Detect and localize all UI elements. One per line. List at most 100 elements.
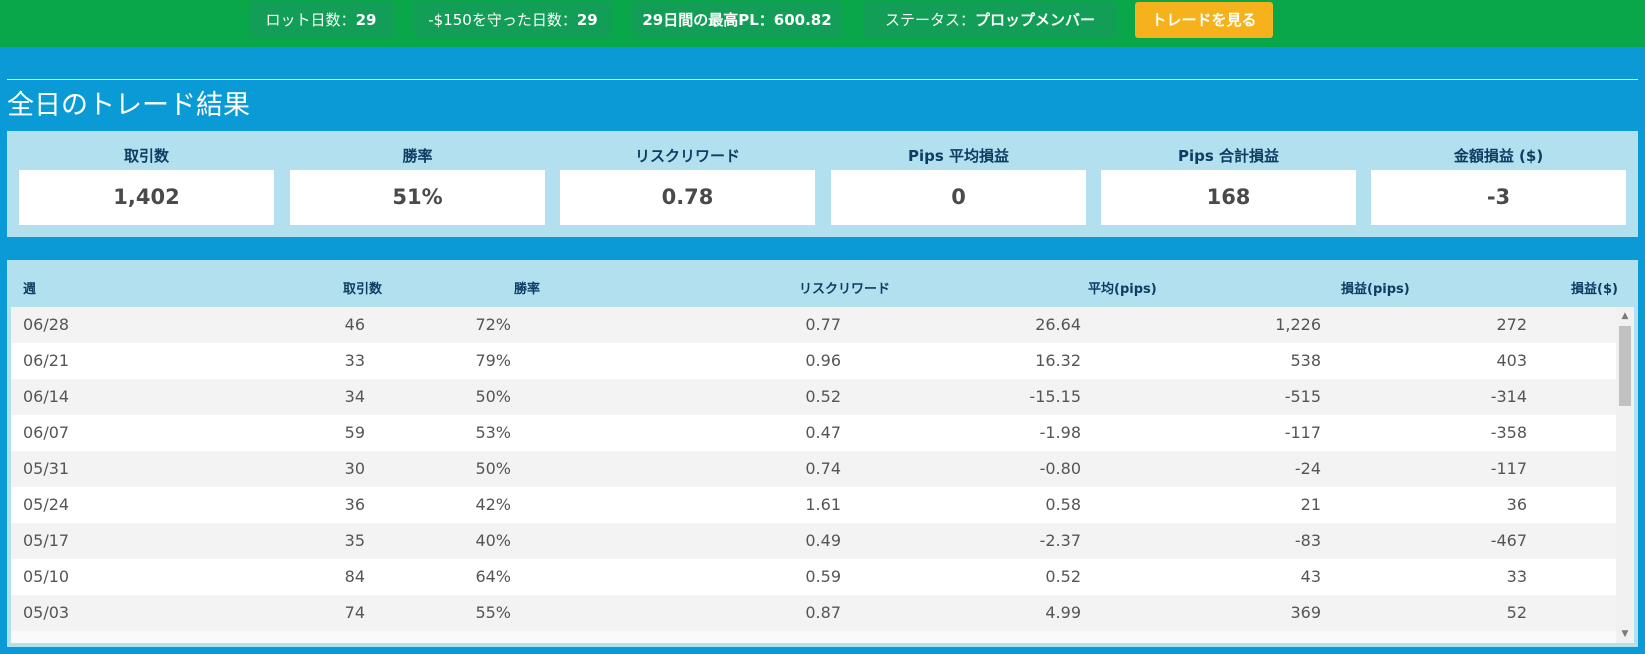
stat-value: 0 [831, 170, 1086, 225]
cell-win-rate: 40% [475, 531, 511, 550]
stat-trades: 取引数 1,402 [19, 131, 274, 237]
stat-value: 0.78 [560, 170, 815, 225]
cell-win-rate: 64% [475, 567, 511, 586]
cell-risk-reward: 0.52 [805, 387, 841, 406]
cell-pl-usd: -358 [1490, 423, 1527, 442]
table-row[interactable]: 05/24 36 42% 1.61 0.58 21 36 [11, 487, 1616, 523]
scroll-down-arrow-icon[interactable]: ▼ [1616, 627, 1634, 641]
cell-win-rate: 53% [475, 423, 511, 442]
cell-risk-reward: 0.77 [805, 315, 841, 334]
cell-pl-pips: 538 [1290, 351, 1321, 370]
cell-trades: 33 [344, 351, 365, 370]
protected-days-label: -$150を守った日数： [428, 11, 577, 29]
lot-days-value: 29 [355, 11, 377, 29]
cell-pl-pips: 43 [1300, 567, 1321, 586]
top-summary-bar: ロット日数：29 -$150を守った日数：29 29日間の最高PL：600.82… [0, 0, 1645, 47]
cell-week: 05/17 [23, 531, 70, 550]
stat-label: 取引数 [123, 147, 169, 165]
cell-pl-pips: 1,226 [1275, 315, 1321, 334]
stat-avg-pips: Pips 平均損益 0 [831, 131, 1086, 237]
cell-avg-pips: -0.80 [1039, 459, 1081, 478]
table-row[interactable]: 06/21 33 79% 0.96 16.32 538 403 [11, 343, 1616, 379]
section-title: 全日のトレード結果 [7, 90, 250, 121]
cell-week: 06/07 [23, 423, 70, 442]
cell-pl-usd: 36 [1506, 495, 1527, 514]
cell-win-rate: 50% [475, 459, 511, 478]
cell-pl-pips: -83 [1294, 531, 1321, 550]
lot-days-label: ロット日数： [265, 11, 356, 29]
stat-value: 1,402 [19, 170, 274, 225]
section-divider [7, 79, 1638, 80]
cell-risk-reward: 0.49 [805, 531, 841, 550]
cell-pl-usd: 52 [1506, 603, 1527, 622]
max-pl-chip: 29日間の最高PL：600.82 [632, 2, 842, 38]
status-chip: ステータス：プロップメンバー [864, 2, 1116, 38]
cell-week: 05/10 [23, 567, 70, 586]
stats-panel: 取引数 1,402 勝率 51% リスクリワード 0.78 Pips 平均損益 … [7, 131, 1638, 237]
table-row[interactable]: 05/17 35 40% 0.49 -2.37 -83 -467 [11, 523, 1616, 559]
stat-label: Pips 平均損益 [907, 147, 1010, 165]
table-row[interactable]: 06/14 34 50% 0.52 -15.15 -515 -314 [11, 379, 1616, 415]
table-scrollbar[interactable]: ▲ ▼ [1616, 307, 1634, 643]
stat-label: リスクリワード [634, 147, 740, 165]
stat-usd-pl: 金額損益 ($) -3 [1371, 131, 1626, 237]
cell-win-rate: 50% [475, 387, 511, 406]
cell-win-rate: 42% [475, 495, 511, 514]
cell-avg-pips: 0.58 [1045, 495, 1081, 514]
header-week[interactable]: 週 [23, 278, 36, 297]
cell-risk-reward: 0.47 [805, 423, 841, 442]
lot-days-chip: ロット日数：29 [249, 2, 393, 38]
header-pl-pips[interactable]: 損益(pips) [1341, 278, 1410, 297]
cell-week: 06/28 [23, 315, 70, 334]
cell-trades: 35 [344, 531, 365, 550]
cell-pl-usd: 33 [1506, 567, 1527, 586]
cell-avg-pips: 0.52 [1045, 567, 1081, 586]
table-row[interactable]: 06/28 46 72% 0.77 26.64 1,226 272 [11, 307, 1616, 343]
stat-win-rate: 勝率 51% [290, 131, 545, 237]
cell-week: 05/24 [23, 495, 70, 514]
protected-days-value: 29 [576, 11, 598, 29]
scroll-up-arrow-icon[interactable]: ▲ [1616, 309, 1634, 323]
cell-trades: 74 [344, 603, 365, 622]
header-pl-usd[interactable]: 損益($) [1571, 278, 1618, 297]
table-row[interactable]: 05/03 74 55% 0.87 4.99 369 52 [11, 595, 1616, 631]
stat-total-pips: Pips 合計損益 168 [1101, 131, 1356, 237]
cell-pl-usd: -314 [1490, 387, 1527, 406]
cell-risk-reward: 1.61 [805, 495, 841, 514]
weekly-results-table: 週 取引数 勝率 リスクリワード 平均(pips) 損益(pips) 損益($)… [7, 260, 1638, 647]
header-win-rate[interactable]: 勝率 [514, 278, 540, 297]
scrollbar-thumb[interactable] [1619, 326, 1631, 406]
table-row[interactable]: 06/07 59 53% 0.47 -1.98 -117 -358 [11, 415, 1616, 451]
cell-avg-pips: -15.15 [1029, 387, 1081, 406]
cell-win-rate: 55% [475, 603, 511, 622]
cell-risk-reward: 0.96 [805, 351, 841, 370]
cell-avg-pips: -2.37 [1039, 531, 1081, 550]
cell-pl-usd: 403 [1496, 351, 1527, 370]
stat-value: -3 [1371, 170, 1626, 225]
cell-trades: 36 [344, 495, 365, 514]
cell-pl-pips: -24 [1294, 459, 1321, 478]
cell-week: 06/21 [23, 351, 70, 370]
cell-avg-pips: 26.64 [1035, 315, 1081, 334]
cell-pl-pips: -515 [1284, 387, 1321, 406]
header-avg-pips[interactable]: 平均(pips) [1088, 278, 1157, 297]
header-risk-reward[interactable]: リスクリワード [799, 278, 890, 297]
cell-week: 06/14 [23, 387, 70, 406]
protected-days-chip: -$150を守った日数：29 [414, 2, 612, 38]
max-pl-label: 29日間の最高PL： [642, 11, 774, 29]
cell-trades: 59 [344, 423, 365, 442]
cell-pl-pips: -117 [1284, 423, 1321, 442]
stat-value: 168 [1101, 170, 1356, 225]
cell-pl-pips: 21 [1300, 495, 1321, 514]
header-trades[interactable]: 取引数 [343, 278, 382, 297]
table-row[interactable]: 05/31 30 50% 0.74 -0.80 -24 -117 [11, 451, 1616, 487]
cell-trades: 30 [344, 459, 365, 478]
table-row[interactable]: 05/10 84 64% 0.59 0.52 43 33 [11, 559, 1616, 595]
table-body[interactable]: 06/28 46 72% 0.77 26.64 1,226 272 06/21 … [11, 307, 1616, 643]
cell-avg-pips: 4.99 [1045, 603, 1081, 622]
stat-label: Pips 合計損益 [1177, 147, 1280, 165]
view-trades-button[interactable]: トレードを見る [1135, 2, 1273, 38]
cell-week: 05/31 [23, 459, 70, 478]
cell-risk-reward: 0.87 [805, 603, 841, 622]
cell-trades: 46 [344, 315, 365, 334]
